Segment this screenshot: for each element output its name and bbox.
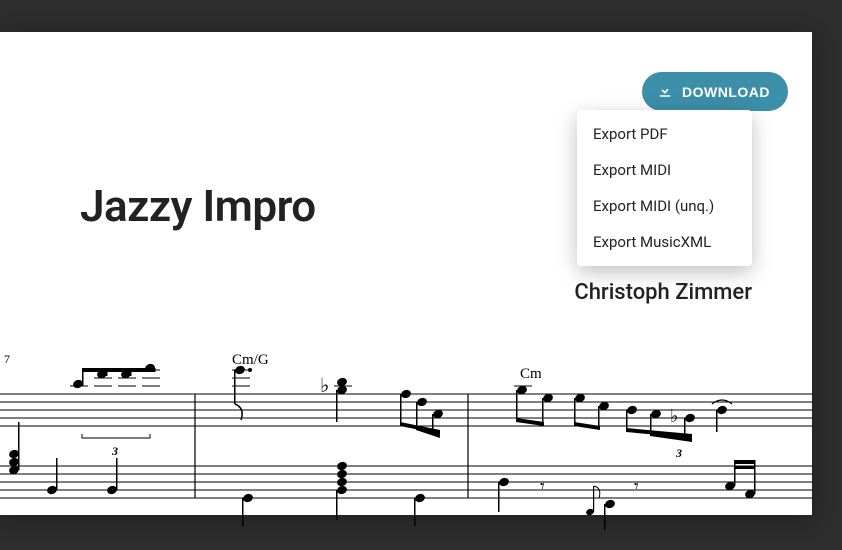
download-icon	[656, 81, 674, 102]
menu-item-export-pdf[interactable]: Export PDF	[577, 116, 752, 152]
chord-label: Cm	[520, 366, 542, 383]
score-title: Jazzy Impro	[80, 180, 316, 232]
chord-label: 7	[4, 352, 10, 367]
menu-item-export-midi[interactable]: Export MIDI	[577, 152, 752, 188]
chord-label: Cm/G	[232, 352, 269, 369]
menu-item-export-midi-unq[interactable]: Export MIDI (unq.)	[577, 188, 752, 224]
tuplet-number: 3	[112, 444, 118, 459]
menu-item-export-musicxml[interactable]: Export MusicXML	[577, 224, 752, 260]
svg-text:♭: ♭	[320, 375, 329, 397]
tuplet-number: 3	[676, 446, 682, 461]
staff-svg: ♭	[0, 326, 812, 546]
composer-name: Christoph Zimmer	[574, 280, 752, 305]
svg-text:♭: ♭	[670, 406, 679, 426]
download-button[interactable]: DOWNLOAD	[642, 72, 788, 111]
svg-text:𝄾: 𝄾	[540, 476, 545, 496]
svg-text:𝄾: 𝄾	[634, 476, 639, 496]
download-menu: Export PDF Export MIDI Export MIDI (unq.…	[577, 110, 752, 266]
sheet-page: DOWNLOAD Export PDF Export MIDI Export M…	[0, 32, 812, 515]
score-notation: 7 Cm/G Cm 3 3	[0, 326, 812, 546]
download-label: DOWNLOAD	[682, 84, 770, 100]
